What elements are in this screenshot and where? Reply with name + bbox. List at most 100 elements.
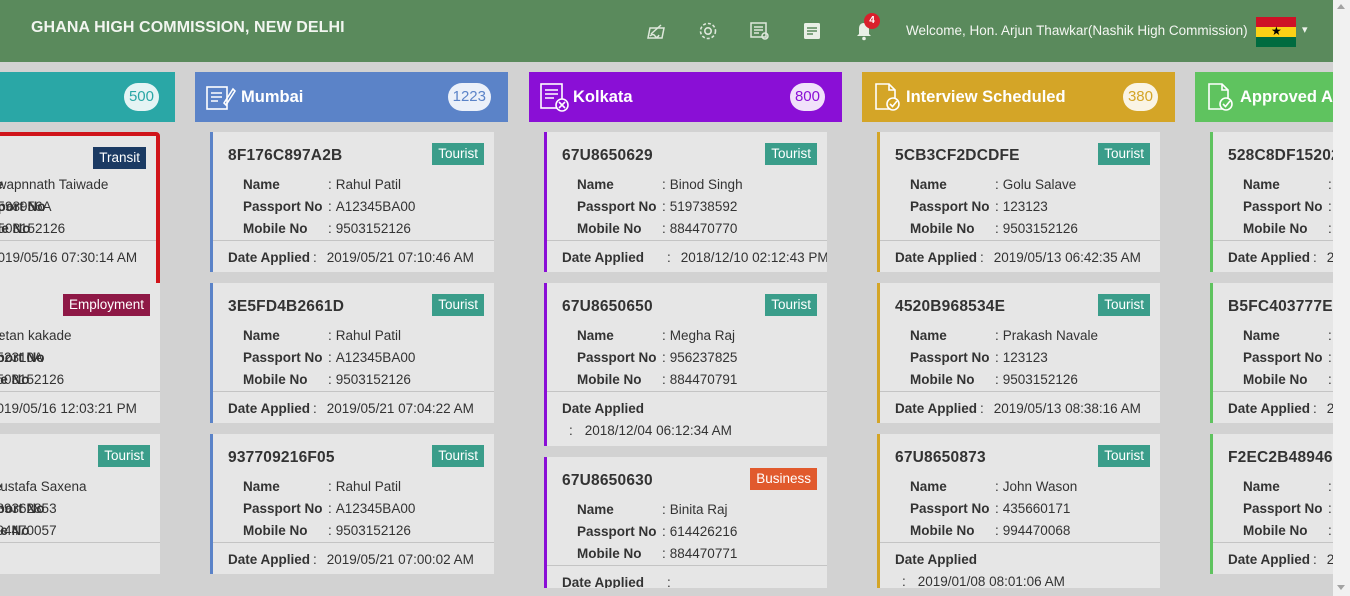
column-title: Kolkata bbox=[573, 88, 633, 106]
application-card[interactable]: 3E5FD4B2661D Tourist Name: Rahul Patil Passp… bbox=[210, 283, 494, 423]
passport-number: :519738592 bbox=[662, 199, 737, 214]
brand-title[interactable]: GHANA HIGH COMMISSION, NEW DELHI bbox=[31, 19, 345, 37]
visa-type-badge: Tourist bbox=[1098, 294, 1150, 316]
application-card[interactable]: F2EC2B489469 Name: Passport No: Mobile No: D… bbox=[1210, 434, 1340, 574]
application-card[interactable]: 5CB3CF2DCDFE Tourist Name: Golu Salave Passp… bbox=[877, 132, 1160, 272]
field-label-passport: Passport No bbox=[1243, 199, 1323, 214]
mobile-number-value: 994470057 bbox=[0, 523, 57, 538]
field-label-mobile: Mobile No bbox=[910, 221, 975, 236]
visa-type-badge: Tourist bbox=[765, 294, 817, 316]
application-card[interactable]: 937709216F05 Tourist Name: Rahul Patil Passp… bbox=[210, 434, 494, 574]
passport-number-value: 189362853 bbox=[0, 501, 57, 516]
applicant-name-value: John Wason bbox=[1002, 479, 1078, 494]
applicant-name: : Rahul Patil bbox=[328, 479, 401, 494]
field-label-passport: Passport No bbox=[577, 524, 657, 539]
date-applied: :2019/05/16 07:30:14 AM bbox=[0, 250, 137, 265]
field-colon: : bbox=[328, 177, 332, 192]
document-settings-icon[interactable] bbox=[749, 20, 771, 42]
scroll-down-arrow-icon[interactable] bbox=[1337, 585, 1345, 590]
ghana-flag-icon[interactable]: ★ bbox=[1256, 17, 1296, 47]
passport-number-value: A12345BA00 bbox=[335, 199, 416, 214]
application-card[interactable]: 4520B968534E Tourist Name: Prakash Navale Pa… bbox=[877, 283, 1160, 423]
date-applied: :2019/05/13 06:42:35 AM bbox=[980, 250, 1141, 265]
application-card[interactable]: 67U8650650 Tourist Name: Megha Raj Passport … bbox=[544, 283, 827, 446]
applicant-name: : Golu Salave bbox=[995, 177, 1076, 192]
card-divider bbox=[0, 542, 160, 543]
date-applied-value: 2018/12/10 02:12:43 PM bbox=[680, 250, 827, 265]
field-label-mobile: Mobile No bbox=[910, 372, 975, 387]
field-label-mobile: Mobile No bbox=[577, 546, 642, 561]
chevron-down-icon[interactable]: ▾ bbox=[1302, 23, 1308, 36]
field-label-mobile: Mobile No bbox=[243, 372, 308, 387]
date-applied-value: 2018/12/04 06:12:34 AM bbox=[584, 423, 732, 438]
date-applied: : bbox=[667, 575, 681, 588]
field-label-passport: Passport No bbox=[910, 350, 990, 365]
date-applied: :2018/12/04 06:12:34 AM bbox=[569, 423, 732, 438]
field-colon: : bbox=[995, 350, 999, 365]
application-card[interactable]: 8F176C897A2B Tourist Name: Rahul Patil Passp… bbox=[210, 132, 494, 272]
date-applied: :2019/01/08 08:01:06 AM bbox=[902, 574, 1065, 588]
field-label-mobile: Mobile No bbox=[243, 523, 308, 538]
field-label-mobile: Mobile No bbox=[1243, 221, 1308, 236]
application-card[interactable]: 67U8650629 Tourist Name: Binod Singh Passpor… bbox=[544, 132, 827, 272]
card-divider bbox=[880, 240, 1160, 241]
mobile-number: :9503152126 bbox=[0, 221, 65, 236]
column-interview-scheduled-header[interactable]: Interview Scheduled 380 bbox=[862, 72, 1175, 122]
field-label-mobile: Mobile No bbox=[910, 523, 975, 538]
passport-number: :123123 bbox=[995, 199, 1048, 214]
field-label-name: Name bbox=[910, 177, 947, 192]
field-colon: : bbox=[1328, 177, 1332, 192]
sign-document-icon[interactable] bbox=[645, 20, 667, 42]
vertical-scrollbar[interactable] bbox=[1333, 0, 1350, 596]
field-label-date-applied: Date Applied bbox=[562, 401, 645, 416]
column-mumbai-header[interactable]: Mumbai 1223 bbox=[195, 72, 508, 122]
field-label-name: Name bbox=[243, 177, 280, 192]
field-label-passport: Passport No bbox=[1243, 501, 1323, 516]
column-approved-header[interactable]: Approved Ap bbox=[1195, 72, 1343, 122]
field-colon: : bbox=[1313, 401, 1317, 416]
date-applied-value: 2019/01/08 08:01:06 AM bbox=[917, 574, 1065, 588]
mobile-number: :9503152126 bbox=[995, 221, 1078, 236]
visa-type-badge: Employment bbox=[62, 294, 150, 316]
application-card[interactable]: 528C8DF15202 Name: Passport No: Mobile No: D… bbox=[1210, 132, 1340, 272]
field-colon: : bbox=[662, 199, 666, 214]
application-id: 8F176C897A2B bbox=[228, 147, 343, 164]
scroll-up-arrow-icon[interactable] bbox=[1337, 4, 1345, 9]
passport-number: : A12345BA00 bbox=[328, 350, 415, 365]
column-partial-left-header[interactable]: 500 bbox=[0, 72, 175, 122]
passport-number-value: 956237825 bbox=[669, 350, 738, 365]
gear-icon[interactable] bbox=[697, 20, 719, 42]
field-label-passport: Passport No bbox=[910, 199, 990, 214]
visa-type-badge: Tourist bbox=[432, 294, 484, 316]
mobile-number: :9503152126 bbox=[328, 523, 411, 538]
field-label-passport: Passport No bbox=[243, 501, 323, 516]
field-colon: : bbox=[313, 250, 317, 265]
field-label-mobile: Mobile No bbox=[577, 372, 642, 387]
application-id: 67U8650873 bbox=[895, 449, 986, 466]
field-colon: : bbox=[1328, 523, 1332, 538]
application-id: 528C8DF15202 bbox=[1228, 147, 1340, 164]
document-cancel-icon bbox=[538, 81, 570, 113]
field-colon: : bbox=[995, 523, 999, 538]
application-card[interactable]: 67U8650630 Business Name: Binita Raj Passpor… bbox=[544, 457, 827, 588]
notification-count-badge: 4 bbox=[864, 13, 880, 29]
applicant-name: : Binod Singh bbox=[662, 177, 743, 192]
column-kolkata-header[interactable]: Kolkata 800 bbox=[529, 72, 842, 122]
application-card[interactable]: 2EmploymentName:Ketan kakadePassport No:… bbox=[0, 283, 160, 423]
passport-number-value: 652310A bbox=[0, 350, 44, 365]
card-divider bbox=[547, 565, 827, 566]
column-count-badge: 1223 bbox=[447, 83, 491, 111]
notes-icon[interactable] bbox=[801, 20, 823, 42]
application-card[interactable]: 67U8650873 Tourist Name: John Wason Passport… bbox=[877, 434, 1160, 588]
document-check-icon bbox=[1204, 81, 1236, 113]
application-card[interactable]: TransitName:swapnnath TaiwadePassport No… bbox=[0, 132, 160, 298]
field-colon: : bbox=[667, 575, 671, 588]
mobile-number-value: 9503152126 bbox=[335, 523, 411, 538]
passport-number: :614426216 bbox=[662, 524, 737, 539]
mobile-number: :9503152126 bbox=[995, 372, 1078, 387]
visa-type-badge: Tourist bbox=[98, 445, 150, 467]
application-card[interactable]: TouristName:Mustafa SaxenaPassport No:18… bbox=[0, 434, 160, 574]
applicant-name: : Prakash Navale bbox=[995, 328, 1098, 343]
application-card[interactable]: B5FC403777EE Name: Passport No: Mobile No: D… bbox=[1210, 283, 1340, 423]
mobile-number: :9503152126 bbox=[328, 221, 411, 236]
